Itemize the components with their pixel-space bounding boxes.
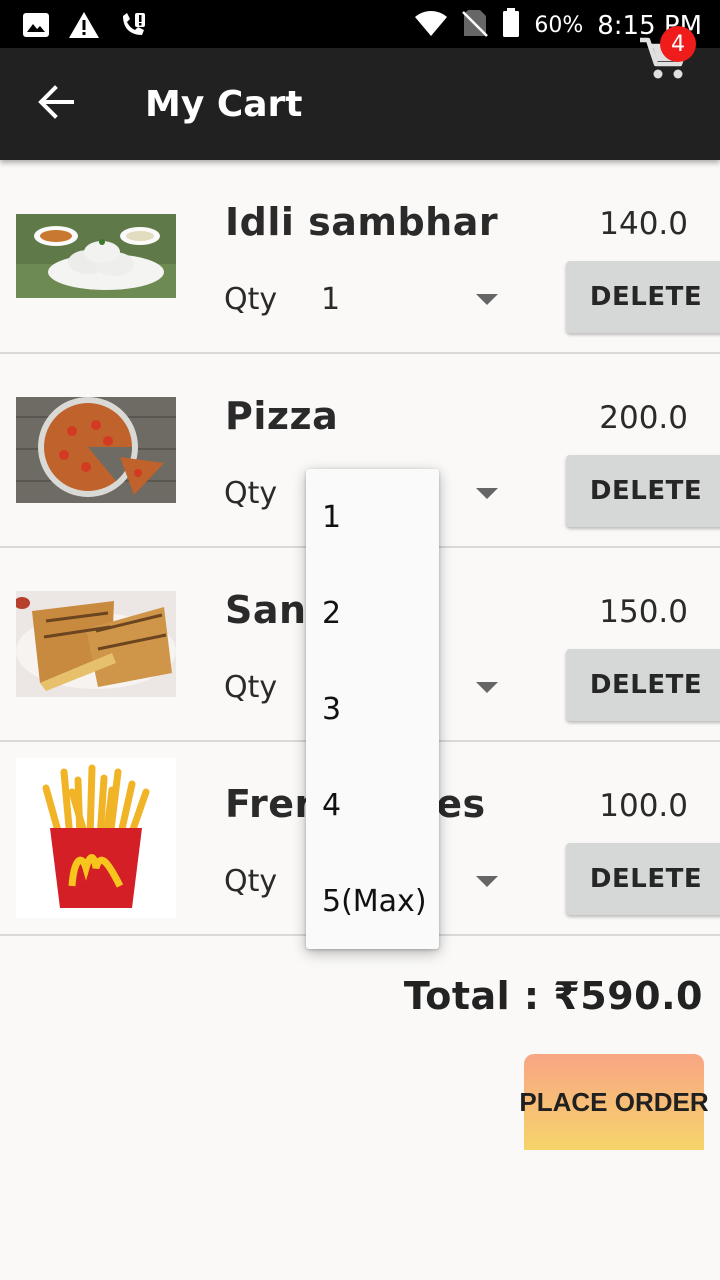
- dropdown-arrow-icon: [476, 876, 498, 887]
- delete-button[interactable]: DELETE: [566, 649, 720, 721]
- delete-button[interactable]: DELETE: [566, 261, 720, 333]
- cart-count-badge: 4: [660, 26, 696, 62]
- place-order-button[interactable]: PLACE ORDER: [519, 1054, 709, 1150]
- qty-label: Qty: [224, 670, 278, 705]
- warning-icon: [68, 11, 100, 44]
- item-price: 150.0: [599, 594, 688, 630]
- qty-option[interactable]: 1: [306, 469, 439, 565]
- delete-button[interactable]: DELETE: [566, 455, 720, 527]
- back-arrow-icon: [38, 84, 74, 124]
- wifi-icon: [414, 9, 448, 42]
- dropdown-arrow-icon: [476, 682, 498, 693]
- app-bar: My Cart: [0, 48, 720, 160]
- no-sim-icon: [462, 8, 489, 43]
- qty-option[interactable]: 3: [306, 661, 439, 757]
- back-button[interactable]: [30, 78, 82, 130]
- cart-item-row: Idli sambhar 140.0 Qty 1 DELETE: [0, 160, 720, 354]
- status-bar: 60% 8:15 PM: [0, 0, 720, 48]
- qty-option[interactable]: 4: [306, 757, 439, 853]
- sandwich-image: [16, 591, 176, 697]
- qty-value: 1: [321, 282, 341, 317]
- idli-sambhar-image: [16, 214, 176, 298]
- dropdown-arrow-icon: [476, 488, 498, 499]
- item-name: Pizza: [225, 394, 339, 438]
- item-price: 200.0: [599, 400, 688, 436]
- battery-percent: 60%: [534, 13, 584, 38]
- delete-button[interactable]: DELETE: [566, 843, 720, 915]
- item-price: 140.0: [599, 206, 688, 242]
- missed-call-icon: [118, 10, 148, 45]
- pizza-image: [16, 397, 176, 503]
- qty-dropdown-menu: 1 2 3 4 5(Max): [306, 469, 439, 949]
- qty-option[interactable]: 5(Max): [306, 853, 439, 949]
- french-fries-image: [16, 758, 176, 918]
- cart-total: Total : ₹590.0: [403, 974, 703, 1018]
- page-title: My Cart: [145, 84, 303, 125]
- qty-label: Qty: [224, 282, 278, 317]
- qty-label: Qty: [224, 864, 278, 899]
- item-name: Idli sambhar: [225, 200, 499, 244]
- item-price: 100.0: [599, 788, 688, 824]
- cart-icon: [636, 37, 692, 90]
- dropdown-arrow-icon: [476, 294, 498, 305]
- image-icon: [22, 12, 50, 43]
- qty-label: Qty: [224, 476, 278, 511]
- battery-icon: [502, 8, 520, 43]
- qty-option[interactable]: 2: [306, 565, 439, 661]
